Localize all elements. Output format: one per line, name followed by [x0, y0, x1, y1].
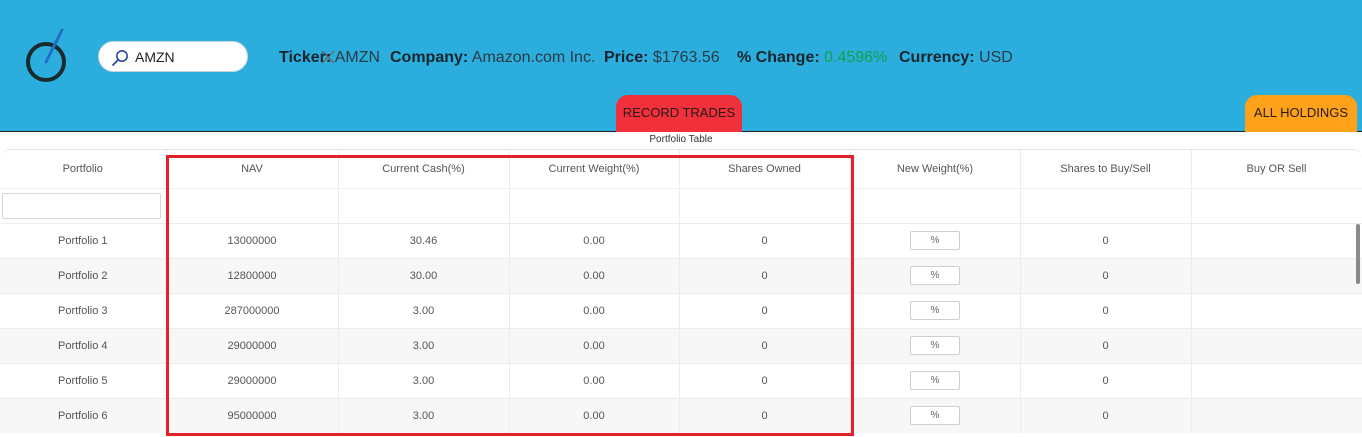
column-header-shares-to-buy-sell[interactable]: Shares to Buy/Sell: [1020, 150, 1192, 188]
record-trades-tab[interactable]: RECORD TRADES: [616, 95, 742, 132]
new-weight-input[interactable]: %: [910, 266, 960, 285]
table-row[interactable]: Portfolio 3 287000000 3.00 0.00 0 % 0: [0, 292, 1362, 328]
portfolio-cell: Portfolio 1: [0, 222, 167, 258]
company-info: Company: Amazon.com Inc.: [390, 49, 595, 69]
column-header-current-weight[interactable]: Current Weight(%): [509, 150, 680, 188]
shares-owned-cell: 0: [679, 257, 851, 293]
new-weight-input[interactable]: %: [910, 231, 960, 250]
new-weight-input[interactable]: %: [910, 406, 960, 426]
company-value: Amazon.com Inc.: [471, 49, 596, 66]
portfolio-filter-input[interactable]: [2, 192, 161, 219]
nav-cell: 95000000: [166, 397, 339, 433]
table-row[interactable]: Portfolio 5 29000000 3.00 0.00 0 % 0: [0, 362, 1362, 398]
portfolio-table-caption: Portfolio Table: [649, 134, 713, 145]
portfolio-cell: Portfolio 6: [0, 397, 167, 433]
table-header-row: Portfolio NAV Current Cash(%) Current We…: [0, 150, 1362, 188]
current-cash-cell: 3.00: [338, 327, 510, 363]
current-cash-cell: 30.00: [338, 257, 510, 293]
price-info: Price: $1763.56: [604, 49, 720, 69]
shares-owned-cell: 0: [679, 222, 851, 258]
shares-owned-cell: 0: [679, 292, 851, 328]
currency-label: Currency:: [899, 49, 975, 66]
ticker-search[interactable]: [98, 41, 335, 72]
table-row[interactable]: Portfolio 1 13000000 30.46 0.00 0 % 0: [0, 222, 1362, 258]
portfolio-cell: Portfolio 4: [0, 327, 167, 363]
ticker-label: Ticker:: [279, 49, 332, 66]
change-value: 0.4596%: [824, 49, 888, 66]
company-label: Company:: [390, 49, 469, 66]
nav-cell: 12800000: [166, 257, 339, 293]
shares-owned-cell: 0: [679, 362, 851, 398]
shares-to-buy-sell-cell: 0: [1020, 362, 1192, 398]
shares-owned-cell: 0: [679, 327, 851, 363]
portfolio-cell: Portfolio 2: [0, 257, 167, 293]
price-label: Price:: [604, 49, 649, 66]
current-cash-cell: 3.00: [338, 362, 510, 398]
shares-to-buy-sell-cell: 0: [1020, 397, 1192, 433]
buy-or-sell-cell: [1191, 257, 1362, 293]
vertical-scrollbar[interactable]: [1356, 224, 1360, 284]
buy-or-sell-cell: [1191, 222, 1362, 258]
shares-owned-cell: 0: [679, 397, 851, 433]
column-header-new-weight[interactable]: New Weight(%): [850, 150, 1021, 188]
nav-cell: 29000000: [166, 327, 339, 363]
current-cash-cell: 3.00: [338, 292, 510, 328]
column-header-portfolio[interactable]: Portfolio: [0, 150, 167, 188]
new-weight-input[interactable]: %: [910, 336, 960, 355]
portfolio-table: Portfolio NAV Current Cash(%) Current We…: [0, 150, 1362, 433]
current-weight-cell: 0.00: [509, 327, 680, 363]
shares-to-buy-sell-cell: 0: [1020, 257, 1192, 293]
current-weight-cell: 0.00: [509, 292, 680, 328]
shares-to-buy-sell-cell: 0: [1020, 327, 1192, 363]
search-input[interactable]: [135, 48, 219, 66]
ticker-info: Ticker: AMZN: [279, 49, 380, 69]
table-row[interactable]: Portfolio 2 12800000 30.00 0.00 0 % 0: [0, 257, 1362, 293]
current-weight-cell: 0.00: [509, 362, 680, 398]
buy-or-sell-cell: [1191, 362, 1362, 398]
table-row[interactable]: Portfolio 6 95000000 3.00 0.00 0 % 0: [0, 397, 1362, 433]
buy-or-sell-cell: [1191, 327, 1362, 363]
buy-or-sell-cell: [1191, 397, 1362, 433]
column-header-current-cash[interactable]: Current Cash(%): [338, 150, 510, 188]
shares-to-buy-sell-cell: 0: [1020, 222, 1192, 258]
ticker-value: AMZN: [334, 49, 381, 66]
search-icon: [112, 50, 128, 66]
portfolio-cell: Portfolio 3: [0, 292, 167, 328]
filter-row: [0, 187, 1362, 223]
current-weight-cell: 0.00: [509, 257, 680, 293]
table-row[interactable]: Portfolio 4 29000000 3.00 0.00 0 % 0: [0, 327, 1362, 363]
column-header-shares-owned[interactable]: Shares Owned: [679, 150, 851, 188]
new-weight-input[interactable]: %: [910, 371, 960, 390]
shares-to-buy-sell-cell: 0: [1020, 292, 1192, 328]
nav-cell: 287000000: [166, 292, 339, 328]
buy-or-sell-cell: [1191, 292, 1362, 328]
nav-cell: 13000000: [166, 222, 339, 258]
gauge-logo-icon[interactable]: [22, 26, 72, 84]
top-header: Ticker: AMZN Company: Amazon.com Inc. Pr…: [0, 0, 1362, 132]
current-weight-cell: 0.00: [509, 222, 680, 258]
current-cash-cell: 30.46: [338, 222, 510, 258]
nav-cell: 29000000: [166, 362, 339, 398]
currency-value: USD: [979, 49, 1013, 66]
portfolio-table-container: Portfolio NAV Current Cash(%) Current We…: [0, 149, 1362, 437]
column-header-buy-or-sell[interactable]: Buy OR Sell: [1191, 150, 1362, 188]
change-info: % Change: 0.4596%: [737, 49, 887, 69]
current-weight-cell: 0.00: [509, 397, 680, 433]
all-holdings-tab[interactable]: ALL HOLDINGS: [1245, 95, 1357, 132]
portfolio-cell: Portfolio 5: [0, 362, 167, 398]
current-cash-cell: 3.00: [338, 397, 510, 433]
currency-info: Currency: USD: [899, 49, 1013, 69]
new-weight-input[interactable]: %: [910, 301, 960, 320]
price-value: $1763.56: [652, 49, 720, 66]
column-header-nav[interactable]: NAV: [166, 150, 339, 188]
change-label: % Change:: [737, 49, 820, 66]
